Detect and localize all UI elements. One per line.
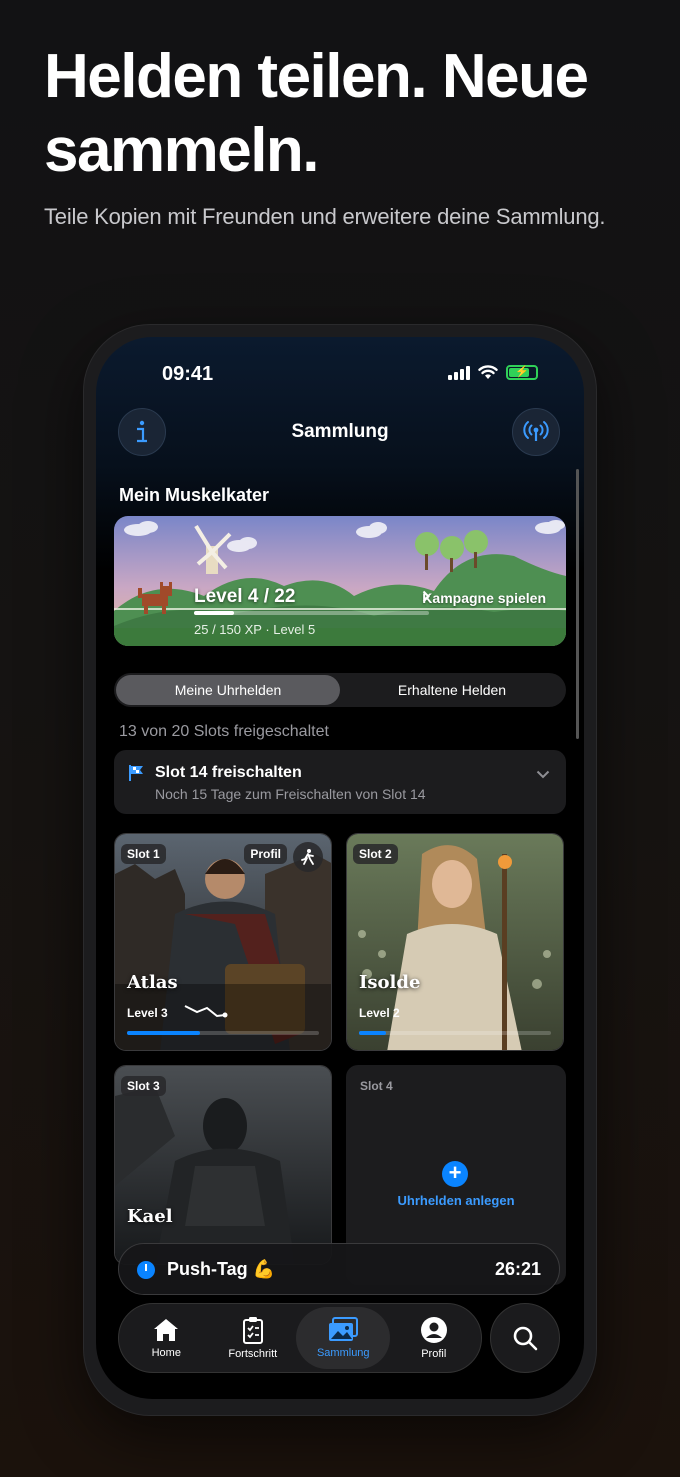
hero-progress-fill xyxy=(359,1031,386,1035)
tab-collection[interactable]: Sammlung xyxy=(296,1307,391,1369)
workout-timer: 26:21 xyxy=(494,1259,541,1279)
campaign-xp: 25 / 150 XP · Level 5 xyxy=(194,622,316,637)
campaign-progress-fill xyxy=(194,611,234,615)
campaign-section-title: Mein Muskelkater xyxy=(119,485,270,505)
hero-slot-tag: Slot 2 xyxy=(353,844,398,864)
hero-action-button[interactable] xyxy=(293,842,323,872)
hero-name: Isolde xyxy=(359,972,421,993)
hero-slot-tag: Slot 1 xyxy=(121,844,166,864)
chevron-right-icon xyxy=(423,590,431,603)
collection-segmented-control: Meine Uhrhelden Erhaltene Helden xyxy=(114,673,566,707)
search-icon xyxy=(513,1326,538,1351)
slots-info: 13 von 20 Slots freigeschaltet xyxy=(119,723,329,740)
tab-progress[interactable]: Fortschritt xyxy=(210,1307,297,1369)
tab-profile-label: Profil xyxy=(421,1348,447,1360)
page-title: Sammlung xyxy=(291,421,389,442)
photos-icon xyxy=(329,1317,359,1341)
hero-card-isolde[interactable]: Slot 2 Isolde Level 2 xyxy=(346,833,564,1051)
scroll-indicator[interactable] xyxy=(576,469,579,739)
wifi-icon xyxy=(478,365,498,379)
status-time: 09:41 xyxy=(162,363,214,385)
battery-icon: ⚡ xyxy=(506,365,538,380)
hero-progress-bar xyxy=(127,1031,319,1035)
empty-slot-label: Slot 4 xyxy=(360,1079,393,1093)
hero-card-kael[interactable]: Slot 3 Kael xyxy=(114,1065,332,1265)
timer-icon xyxy=(137,1261,155,1279)
running-figure-icon xyxy=(301,849,314,865)
tab-collection-label: Sammlung xyxy=(316,1347,370,1359)
broadcast-button[interactable] xyxy=(512,408,560,456)
campaign-banner[interactable]: Level 4 / 22 25 / 150 XP · Level 5 Kampa… xyxy=(114,516,566,646)
workout-label: Push-Tag 💪 xyxy=(167,1259,276,1279)
hero-name: Kael xyxy=(127,1206,173,1227)
segment-my-heroes[interactable]: Meine Uhrhelden xyxy=(116,675,340,705)
unlock-title: Slot 14 freischalten xyxy=(155,764,302,781)
plus-icon: + xyxy=(442,1161,468,1187)
tab-home-label: Home xyxy=(151,1347,181,1359)
tab-bar: Home Fortschritt Sammlung Profil xyxy=(118,1303,482,1373)
chevron-down-icon[interactable] xyxy=(536,770,550,779)
campaign-level: Level 4 / 22 xyxy=(194,586,296,607)
hero-progress-fill xyxy=(127,1031,200,1035)
flag-icon xyxy=(129,765,143,781)
activity-sparkline-icon xyxy=(184,1005,228,1018)
signal-icon xyxy=(448,365,470,380)
unlock-subtitle: Noch 15 Tage zum Freischalten von Slot 1… xyxy=(155,786,426,802)
tab-profile[interactable]: Profil xyxy=(390,1307,477,1369)
phone-screen: 09:41 ⚡ Sammlung Mein Muskelkater Level … xyxy=(96,337,584,1399)
home-icon xyxy=(154,1319,179,1341)
hero-card-atlas[interactable]: Slot 1 Profil Atlas Level 3 xyxy=(114,833,332,1051)
broadcast-icon xyxy=(523,421,549,441)
hero-progress-bar xyxy=(359,1031,551,1035)
marketing-headline: Helden teilen. Neue sammeln. xyxy=(44,42,589,185)
hero-level: Level 3 xyxy=(127,1006,168,1020)
hero-name: Atlas xyxy=(127,972,178,993)
tab-progress-label: Fortschritt xyxy=(228,1348,278,1360)
search-button[interactable] xyxy=(490,1303,560,1373)
campaign-scene-illustration xyxy=(114,516,566,646)
hero-slot-tag: Slot 3 xyxy=(121,1076,166,1096)
create-hero-link[interactable]: Uhrhelden anlegen xyxy=(346,1193,566,1208)
marketing-subline: Teile Kopien mit Freunden und erweitere … xyxy=(44,204,606,229)
profile-badge: Profil xyxy=(244,844,287,864)
status-icons: ⚡ xyxy=(448,365,538,380)
profile-icon xyxy=(420,1317,447,1343)
clipboard-icon xyxy=(242,1317,263,1344)
campaign-play-label: Kampagne spielen xyxy=(422,590,546,606)
tab-home[interactable]: Home xyxy=(123,1307,210,1369)
campaign-play-link[interactable]: Kampagne spielen xyxy=(422,590,546,606)
campaign-progress-bar xyxy=(194,611,429,615)
segment-received-heroes[interactable]: Erhaltene Helden xyxy=(340,675,564,705)
hero-level: Level 2 xyxy=(359,1006,400,1020)
unlock-slot-card[interactable]: Slot 14 freischalten Noch 15 Tage zum Fr… xyxy=(114,750,566,814)
active-workout-bar[interactable]: Push-Tag 💪 26:21 xyxy=(118,1243,560,1295)
